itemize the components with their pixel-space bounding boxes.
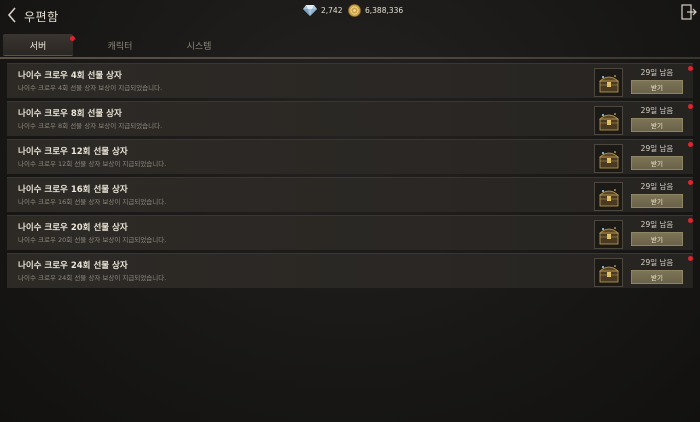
mail-title: 나이수 크로우 12회 선물 상자 xyxy=(18,147,128,157)
page-title: 우편함 xyxy=(24,10,59,24)
mail-title: 나이수 크로우 20회 선물 상자 xyxy=(18,223,128,233)
reward-item-slot[interactable] xyxy=(594,182,623,211)
mail-description: 나이수 크로우 4회 선물 상자 보상이 지급되었습니다. xyxy=(18,84,163,92)
mail-row[interactable]: 나이수 크로우 16회 선물 상자 나이수 크로우 16회 선물 상자 보상이 … xyxy=(7,177,693,212)
diamond-icon xyxy=(303,4,317,16)
diamond-count: 2,742 xyxy=(321,5,343,15)
mail-title: 나이수 크로우 24회 선물 상자 xyxy=(18,261,128,271)
mail-description: 나이수 크로우 24회 선물 상자 보상이 지급되었습니다. xyxy=(18,274,167,282)
tab-character[interactable]: 캐릭터 xyxy=(88,32,152,58)
mail-tabs: 서버 캐릭터 시스템 xyxy=(0,32,700,58)
gold-currency: 6,388,336 xyxy=(348,3,403,17)
days-remaining: 29일 남음 xyxy=(640,68,674,77)
treasure-chest-icon xyxy=(598,74,619,92)
claim-button[interactable]: 받기 xyxy=(631,232,683,246)
mail-row[interactable]: 나이수 크로우 4회 선물 상자 나이수 크로우 4회 선물 상자 보상이 지급… xyxy=(7,63,693,98)
days-remaining: 29일 남음 xyxy=(640,258,674,267)
claim-button[interactable]: 받기 xyxy=(631,270,683,284)
reward-item-slot[interactable] xyxy=(594,68,623,97)
claim-button[interactable]: 받기 xyxy=(631,80,683,94)
claim-button[interactable]: 받기 xyxy=(631,194,683,208)
mail-row[interactable]: 나이수 크로우 20회 선물 상자 나이수 크로우 20회 선물 상자 보상이 … xyxy=(7,215,693,250)
tab-label: 시스템 xyxy=(186,41,212,52)
mail-row[interactable]: 나이수 크로우 24회 선물 상자 나이수 크로우 24회 선물 상자 보상이 … xyxy=(7,253,693,288)
tab-server-new-dot xyxy=(70,36,75,41)
reward-item-slot[interactable] xyxy=(594,106,623,135)
treasure-chest-icon xyxy=(598,188,619,206)
tab-system[interactable]: 시스템 xyxy=(167,32,231,58)
claim-button[interactable]: 받기 xyxy=(631,156,683,170)
new-indicator-dot xyxy=(688,142,693,147)
gold-count: 6,388,336 xyxy=(365,5,404,15)
reward-item-slot[interactable] xyxy=(594,258,623,287)
new-indicator-dot xyxy=(688,66,693,71)
days-remaining: 29일 남음 xyxy=(640,144,674,153)
tab-divider xyxy=(0,57,700,59)
mail-title: 나이수 크로우 4회 선물 상자 xyxy=(18,71,122,81)
exit-icon xyxy=(681,4,697,20)
days-remaining: 29일 남음 xyxy=(640,182,674,191)
new-indicator-dot xyxy=(688,180,693,185)
days-remaining: 29일 남음 xyxy=(640,106,674,115)
mail-description: 나이수 크로우 12회 선물 상자 보상이 지급되었습니다. xyxy=(18,160,167,168)
mail-title: 나이수 크로우 16회 선물 상자 xyxy=(18,185,128,195)
treasure-chest-icon xyxy=(598,112,619,130)
mail-row[interactable]: 나이수 크로우 12회 선물 상자 나이수 크로우 12회 선물 상자 보상이 … xyxy=(7,139,693,174)
claim-button[interactable]: 받기 xyxy=(631,118,683,132)
chevron-left-icon xyxy=(7,7,16,23)
top-bar: 우편함 2,742 6,388,336 xyxy=(0,0,700,32)
treasure-chest-icon xyxy=(598,226,619,244)
new-indicator-dot xyxy=(688,104,693,109)
mail-description: 나이수 크로우 8회 선물 상자 보상이 지급되었습니다. xyxy=(18,122,163,130)
tab-label: 캐릭터 xyxy=(107,41,133,52)
mail-description: 나이수 크로우 16회 선물 상자 보상이 지급되었습니다. xyxy=(18,198,167,206)
new-indicator-dot xyxy=(688,256,693,261)
treasure-chest-icon xyxy=(598,264,619,282)
tab-server[interactable]: 서버 xyxy=(3,32,73,58)
back-button[interactable] xyxy=(4,5,20,25)
mail-title: 나이수 크로우 8회 선물 상자 xyxy=(18,109,122,119)
treasure-chest-icon xyxy=(598,150,619,168)
days-remaining: 29일 남음 xyxy=(640,220,674,229)
diamond-currency: 2,742 xyxy=(303,3,342,17)
mail-row[interactable]: 나이수 크로우 8회 선물 상자 나이수 크로우 8회 선물 상자 보상이 지급… xyxy=(7,101,693,136)
reward-item-slot[interactable] xyxy=(594,220,623,249)
mail-list: 나이수 크로우 4회 선물 상자 나이수 크로우 4회 선물 상자 보상이 지급… xyxy=(7,63,693,291)
tab-label: 서버 xyxy=(29,41,47,52)
exit-button[interactable] xyxy=(681,4,697,20)
new-indicator-dot xyxy=(688,218,693,223)
mail-description: 나이수 크로우 20회 선물 상자 보상이 지급되었습니다. xyxy=(18,236,167,244)
reward-item-slot[interactable] xyxy=(594,144,623,173)
gold-coin-icon xyxy=(348,3,361,17)
